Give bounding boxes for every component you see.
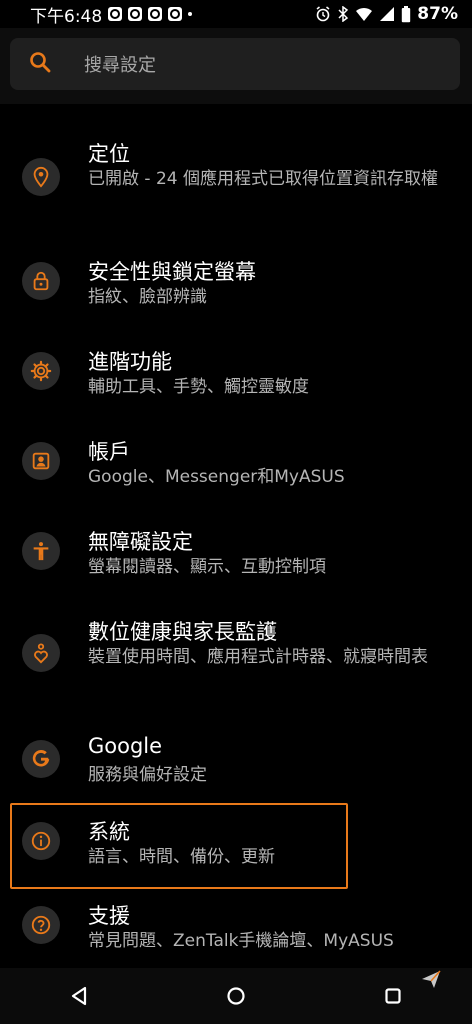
settings-item-location[interactable]: 定位 已開啟 - 24 個應用程式已取得位置資訊存取權 — [0, 134, 472, 226]
search-bar[interactable]: 搜尋設定 — [10, 38, 460, 90]
watermark-logo-icon — [422, 970, 441, 988]
status-bar: 下午6:48 87% — [0, 0, 472, 28]
back-button[interactable] — [59, 976, 99, 1016]
shopping-app-icon — [168, 7, 183, 21]
home-button[interactable] — [216, 976, 256, 1016]
wifi-icon — [355, 6, 373, 22]
back-icon — [71, 986, 86, 1006]
navigation-bar — [0, 968, 472, 1024]
status-time: 下午6:48 — [30, 6, 103, 27]
digital-wellbeing-icon — [22, 634, 60, 672]
settings-item-advanced[interactable]: 進階功能 輔助工具、手勢、觸控靈敏度 — [0, 342, 472, 404]
settings-item-subtitle: 常見問題、ZenTalk手機論壇、MyASUS — [88, 931, 394, 951]
lock-icon — [22, 262, 60, 300]
shopping-app-icon — [128, 7, 143, 21]
settings-item-digital-wellbeing[interactable]: 數位健康與家長監護 裝置使用時間、應用程式計時器、就寢時間表 — [0, 612, 472, 704]
search-placeholder: 搜尋設定 — [84, 55, 156, 76]
settings-item-accessibility[interactable]: 無障礙設定 螢幕閱讀器、顯示、互動控制項 — [0, 522, 472, 584]
location-icon — [22, 158, 60, 196]
settings-item-subtitle: 指紋、臉部辨識 — [88, 287, 207, 307]
settings-item-google[interactable]: Google 服務與偏好設定 — [0, 730, 472, 792]
settings-item-subtitle: 裝置使用時間、應用程式計時器、就寢時間表 — [88, 647, 428, 667]
signal-icon — [379, 6, 395, 22]
settings-item-title: Google — [88, 734, 163, 758]
accessibility-icon — [22, 532, 60, 570]
battery-icon — [401, 5, 411, 23]
settings-item-security[interactable]: 安全性與鎖定螢幕 指紋、臉部辨識 — [0, 252, 472, 314]
search-header: 搜尋設定 — [0, 28, 472, 104]
highlight-box — [10, 803, 348, 889]
settings-item-support[interactable]: 支援 常見問題、ZenTalk手機論壇、MyASUS — [0, 896, 472, 958]
search-icon — [10, 50, 52, 78]
gear-icon — [22, 352, 60, 390]
notification-dot — [188, 12, 193, 16]
shopping-app-icon — [148, 7, 163, 21]
recents-button[interactable] — [373, 976, 413, 1016]
battery-percentage: 87% — [417, 4, 458, 24]
google-icon — [22, 740, 60, 778]
settings-item-subtitle: 服務與偏好設定 — [88, 765, 207, 785]
settings-item-subtitle: 輔助工具、手勢、觸控靈敏度 — [88, 377, 309, 397]
alarm-icon — [315, 6, 331, 22]
settings-item-subtitle: Google、Messenger和MyASUS — [88, 467, 345, 487]
recents-icon — [385, 988, 401, 1004]
bluetooth-icon — [337, 6, 349, 22]
shopping-app-icon — [108, 7, 123, 21]
account-icon — [22, 442, 60, 480]
settings-item-subtitle: 已開啟 - 24 個應用程式已取得位置資訊存取權 — [88, 169, 438, 189]
help-icon — [22, 906, 60, 944]
home-icon — [227, 987, 245, 1005]
settings-item-accounts[interactable]: 帳戶 Google、Messenger和MyASUS — [0, 432, 472, 494]
settings-item-subtitle: 螢幕閱讀器、顯示、互動控制項 — [88, 557, 326, 577]
